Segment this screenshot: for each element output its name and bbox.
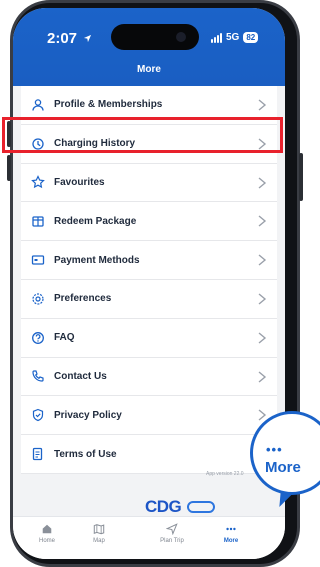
chevron-right-icon: [258, 371, 267, 383]
signal-icon: [211, 32, 222, 43]
network-label: 5G: [226, 32, 240, 43]
location-arrow-icon: [84, 34, 92, 43]
nav-tab-plan-trip[interactable]: Plan Trip: [148, 523, 196, 544]
bottom-nav: Home Map Plan Trip More: [13, 516, 285, 559]
menu-item-label: Contact Us: [54, 370, 107, 382]
shield-icon: [31, 408, 45, 422]
home-icon: [42, 524, 52, 534]
chevron-right-icon: [258, 177, 267, 189]
nav-tab-label: More: [223, 538, 239, 544]
phone-icon: [31, 369, 45, 383]
menu-item-payment-methods[interactable]: Payment Methods: [21, 241, 277, 280]
menu-item-label: Terms of Use: [54, 448, 117, 460]
menu-item-terms-of-use[interactable]: Terms of Use: [21, 435, 277, 474]
package-icon: [31, 214, 45, 228]
navigation-icon: [166, 523, 178, 535]
nav-tab-home[interactable]: Home: [23, 523, 71, 544]
menu-item-preferences[interactable]: Preferences: [21, 280, 277, 319]
menu-item-label: Redeem Package: [54, 215, 137, 227]
callout-label: More: [265, 459, 301, 476]
power-button: [299, 153, 303, 201]
chevron-right-icon: [258, 332, 267, 344]
dynamic-island: [111, 24, 199, 50]
menu-item-label: Preferences: [54, 293, 112, 305]
question-icon: [31, 331, 45, 345]
nav-tab-label: Home: [38, 538, 55, 544]
app-version: App version 22.0: [206, 471, 244, 477]
status-time: 2:07: [47, 30, 92, 47]
app-header: 2:07 5G 82 More: [13, 8, 285, 86]
menu-item-label: Profile & Memberships: [54, 99, 163, 111]
document-icon: [31, 447, 45, 461]
chevron-right-icon: [258, 215, 267, 227]
partner-logos: CDG: [145, 497, 216, 516]
partner-logo: [187, 501, 216, 513]
nav-tab-map[interactable]: Map: [75, 523, 123, 544]
nav-tab-more[interactable]: More: [207, 523, 255, 544]
menu-item-redeem-package[interactable]: Redeem Package: [21, 202, 277, 242]
menu-item-favourites[interactable]: Favourites: [21, 164, 277, 203]
settings-icon: [31, 292, 45, 306]
menu-item-label: Payment Methods: [54, 254, 140, 266]
chevron-right-icon: [258, 254, 267, 266]
card-icon: [31, 253, 45, 267]
star-icon: [31, 175, 45, 189]
nav-tab-label: Map: [93, 538, 105, 544]
volume-down-button: [7, 155, 11, 181]
page-title: More: [137, 64, 161, 75]
person-icon: [31, 98, 45, 112]
phone-screen: 2:07 5G 82 More Profile & Memberships Cha…: [13, 8, 285, 559]
chevron-right-icon: [258, 99, 267, 111]
more-icon: [226, 527, 236, 531]
map-icon: [93, 524, 105, 535]
nav-tab-label: Plan Trip: [160, 538, 184, 544]
chevron-right-icon: [258, 293, 267, 305]
menu-item-faq[interactable]: FAQ: [21, 319, 277, 358]
menu-item-label: FAQ: [54, 332, 75, 344]
status-indicators: 5G 82: [211, 32, 259, 43]
menu-item-privacy-policy[interactable]: Privacy Policy: [21, 396, 277, 436]
cdg-logo: CDG: [145, 497, 182, 516]
menu-item-label: Favourites: [54, 176, 105, 188]
highlight-box: [2, 117, 283, 153]
menu-item-label: Privacy Policy: [54, 409, 122, 421]
menu-item-contact-us[interactable]: Contact Us: [21, 358, 277, 397]
more-dots-icon: •••: [266, 442, 283, 457]
battery-icon: 82: [243, 32, 259, 43]
